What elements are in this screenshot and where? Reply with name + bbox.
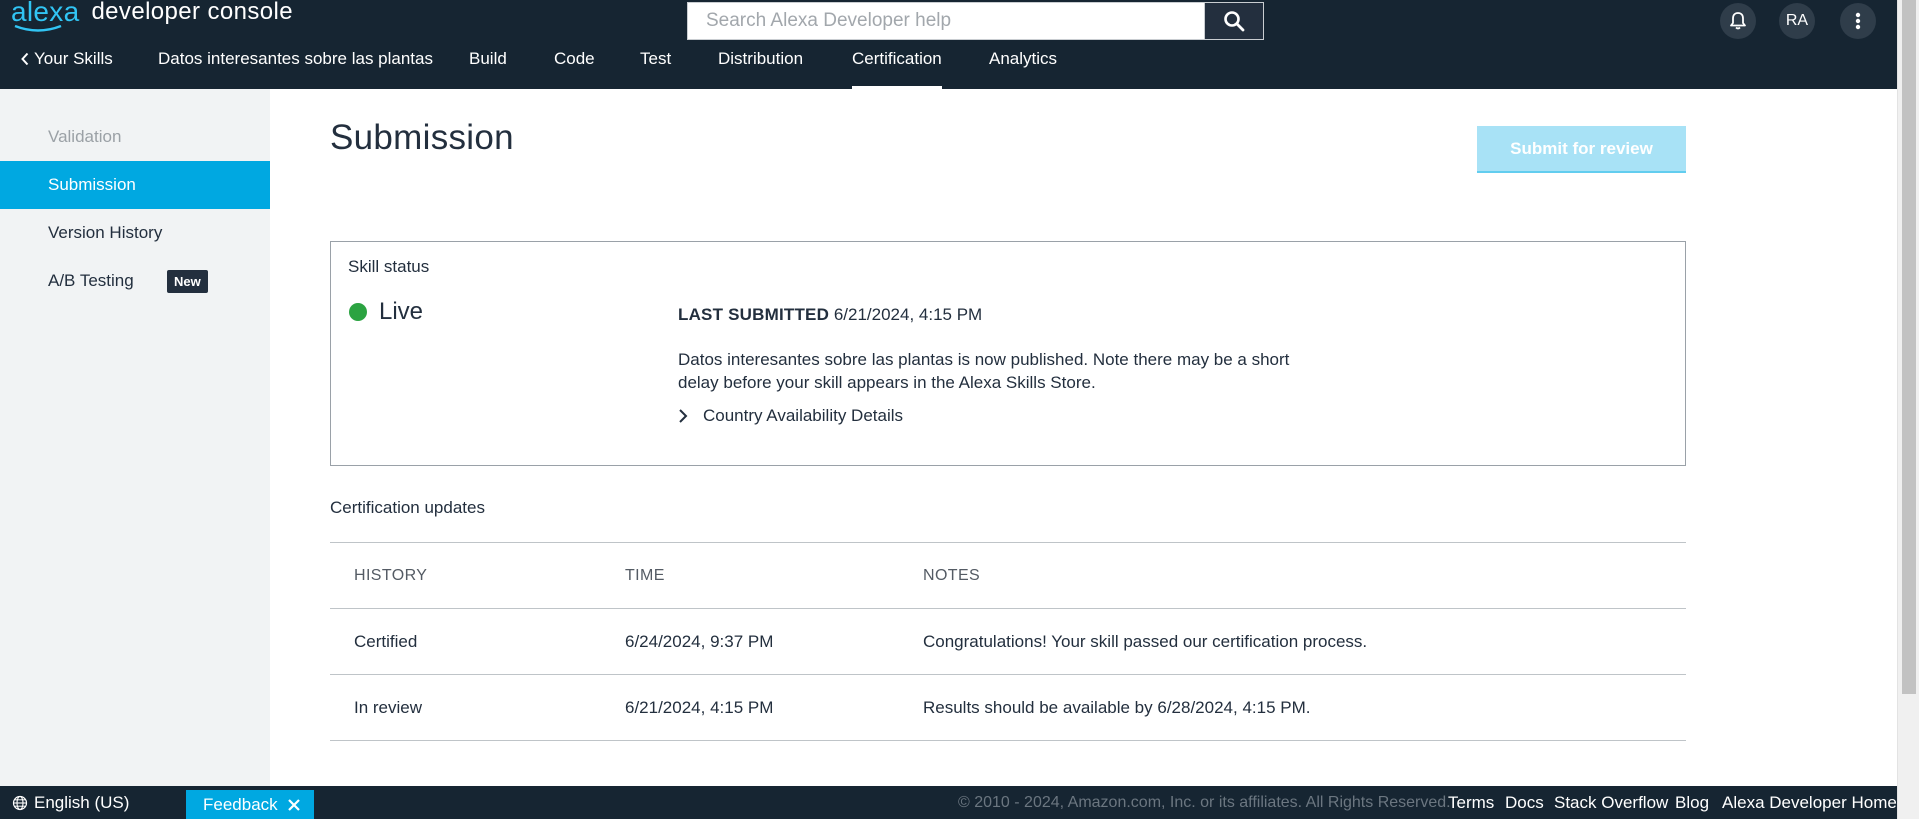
new-badge: New bbox=[167, 270, 208, 293]
cell-notes: Results should be available by 6/28/2024… bbox=[923, 697, 1311, 717]
feedback-button[interactable]: Feedback bbox=[186, 790, 314, 819]
search-button[interactable] bbox=[1204, 3, 1263, 39]
tab-test[interactable]: Test bbox=[640, 48, 671, 89]
top-bar: alexa developer console RA Your Ski bbox=[0, 0, 1897, 89]
last-submitted: LAST SUBMITTED 6/21/2024, 4:15 PM bbox=[678, 305, 982, 325]
cell-history: Certified bbox=[354, 631, 418, 651]
footer-link-terms[interactable]: Terms bbox=[1448, 786, 1494, 819]
language-selector[interactable]: English (US) bbox=[12, 786, 129, 819]
more-options-button[interactable] bbox=[1840, 3, 1876, 39]
close-icon[interactable] bbox=[287, 798, 301, 812]
back-to-skills-link[interactable]: Your Skills bbox=[20, 48, 113, 89]
sidebar-item-submission[interactable]: Submission bbox=[0, 161, 270, 209]
sidebar: Validation Submission Version History A/… bbox=[0, 89, 270, 786]
sidebar-item-label: A/B Testing bbox=[48, 271, 134, 290]
cell-time: 6/21/2024, 4:15 PM bbox=[625, 697, 774, 717]
cell-history: In review bbox=[354, 697, 423, 717]
tab-distribution[interactable]: Distribution bbox=[718, 48, 803, 89]
last-submitted-value: 6/21/2024, 4:15 PM bbox=[833, 305, 983, 324]
table-row: In review 6/21/2024, 4:15 PM Results sho… bbox=[330, 674, 1686, 741]
status-label: Live bbox=[379, 298, 424, 325]
cell-time: 6/24/2024, 9:37 PM bbox=[625, 631, 774, 651]
footer-link-alexa-developer-home[interactable]: Alexa Developer Home bbox=[1722, 786, 1897, 819]
nav-skill-name[interactable]: Datos interesantes sobre las plantas bbox=[158, 48, 433, 89]
chevron-right-icon bbox=[679, 409, 688, 423]
globe-icon bbox=[12, 795, 28, 810]
page-scrollbar[interactable] bbox=[1897, 0, 1919, 819]
country-availability-label: Country Availability Details bbox=[703, 406, 903, 425]
submit-for-review-button[interactable]: Submit for review bbox=[1477, 126, 1686, 173]
alexa-smile-icon bbox=[14, 25, 62, 32]
footer-link-stack-overflow[interactable]: Stack Overflow bbox=[1554, 786, 1668, 819]
sidebar-item-ab-testing[interactable]: A/B Testing New bbox=[0, 257, 270, 305]
bell-icon bbox=[1730, 12, 1746, 30]
certification-updates-heading: Certification updates bbox=[330, 498, 485, 517]
column-header-notes: NOTES bbox=[923, 566, 981, 584]
notifications-button[interactable] bbox=[1720, 3, 1756, 39]
column-header-time: TIME bbox=[625, 566, 665, 584]
table-row: Certified 6/24/2024, 9:37 PM Congratulat… bbox=[330, 608, 1686, 675]
cell-notes: Congratulations! Your skill passed our c… bbox=[923, 631, 1368, 651]
tab-analytics[interactable]: Analytics bbox=[989, 48, 1057, 89]
back-to-skills-label: Your Skills bbox=[34, 49, 113, 68]
footer-link-docs[interactable]: Docs bbox=[1505, 786, 1544, 819]
brand-console-label: developer console bbox=[91, 0, 294, 25]
brand-alexa-wordmark: alexa bbox=[11, 0, 80, 27]
certification-table: HISTORY TIME NOTES Certified 6/24/2024, … bbox=[330, 542, 1686, 741]
tab-certification[interactable]: Certification bbox=[852, 48, 942, 89]
status-indicator-dot bbox=[349, 303, 367, 321]
sidebar-item-version-history[interactable]: Version History bbox=[0, 209, 270, 257]
last-submitted-label: LAST SUBMITTED bbox=[678, 305, 830, 324]
tab-build[interactable]: Build bbox=[469, 48, 507, 89]
skill-status-panel: Skill status Live LAST SUBMITTED 6/21/20… bbox=[330, 241, 1686, 466]
copyright-text: © 2010 - 2024, Amazon.com, Inc. or its a… bbox=[958, 794, 1451, 811]
tab-code[interactable]: Code bbox=[554, 48, 595, 89]
more-vertical-icon bbox=[1855, 12, 1861, 30]
skill-nav: Your Skills Datos interesantes sobre las… bbox=[0, 48, 1200, 89]
table-header-row: HISTORY TIME NOTES bbox=[330, 542, 1686, 609]
search-input[interactable] bbox=[688, 3, 1204, 39]
scrollbar-thumb[interactable] bbox=[1902, 0, 1916, 694]
footer-link-blog[interactable]: Blog bbox=[1675, 786, 1709, 819]
page-title: Submission bbox=[330, 118, 514, 157]
published-message: Datos interesantes sobre las plantas is … bbox=[678, 350, 1290, 392]
language-label: English (US) bbox=[34, 792, 130, 812]
search-bar bbox=[687, 2, 1264, 40]
chevron-left-icon bbox=[21, 52, 29, 66]
user-avatar[interactable]: RA bbox=[1779, 3, 1815, 39]
brand-logo[interactable]: alexa developer console bbox=[11, 0, 294, 32]
sidebar-item-validation[interactable]: Validation bbox=[0, 113, 270, 161]
skill-status-heading: Skill status bbox=[348, 257, 430, 276]
column-header-history: HISTORY bbox=[354, 566, 428, 584]
search-icon bbox=[1224, 11, 1245, 32]
country-availability-toggle[interactable]: Country Availability Details bbox=[678, 406, 903, 426]
feedback-label: Feedback bbox=[203, 794, 278, 814]
